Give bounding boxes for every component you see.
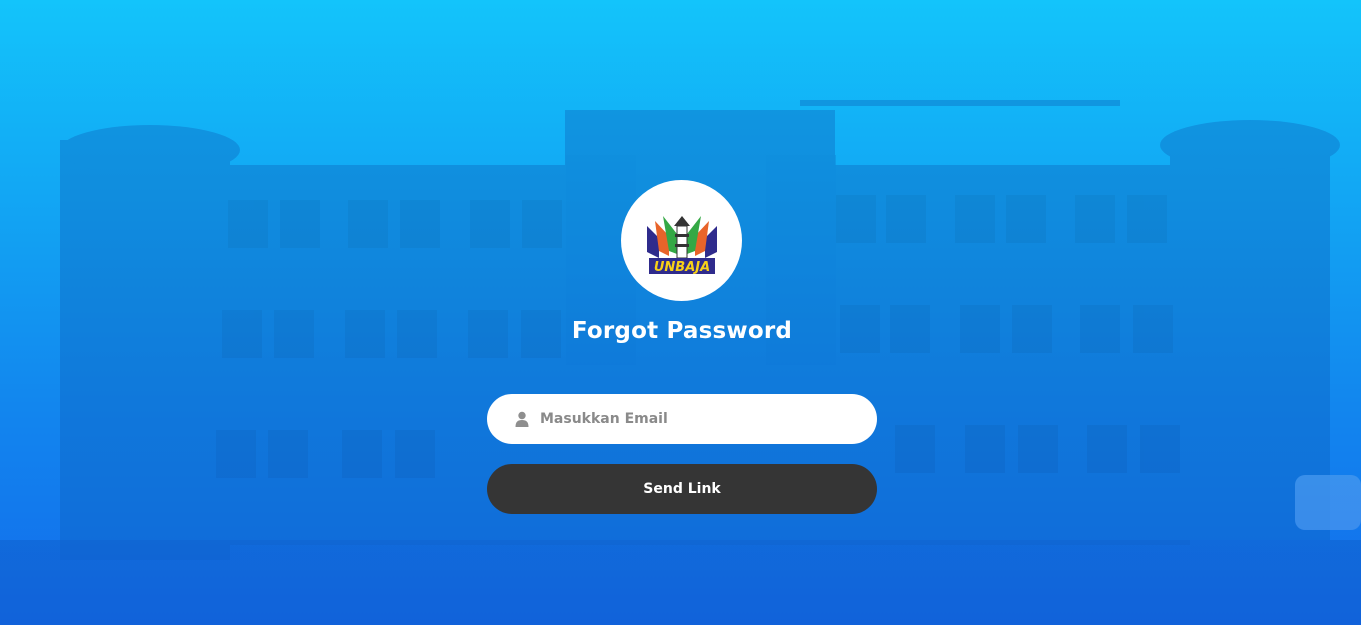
send-link-button[interactable]: Send Link (487, 464, 877, 514)
forgot-password-page: UNBAJA Forgot Password Send Link (0, 0, 1361, 625)
page-title: Forgot Password (571, 318, 793, 344)
logo-text: UNBAJA (653, 260, 709, 275)
unbaja-logo: UNBAJA (621, 180, 742, 301)
email-field[interactable] (540, 399, 840, 439)
unbaja-logo-icon: UNBAJA (646, 215, 717, 275)
email-field-container[interactable] (487, 394, 877, 444)
forgot-password-container: UNBAJA Forgot Password Send Link (0, 0, 1361, 625)
user-icon (515, 411, 529, 427)
